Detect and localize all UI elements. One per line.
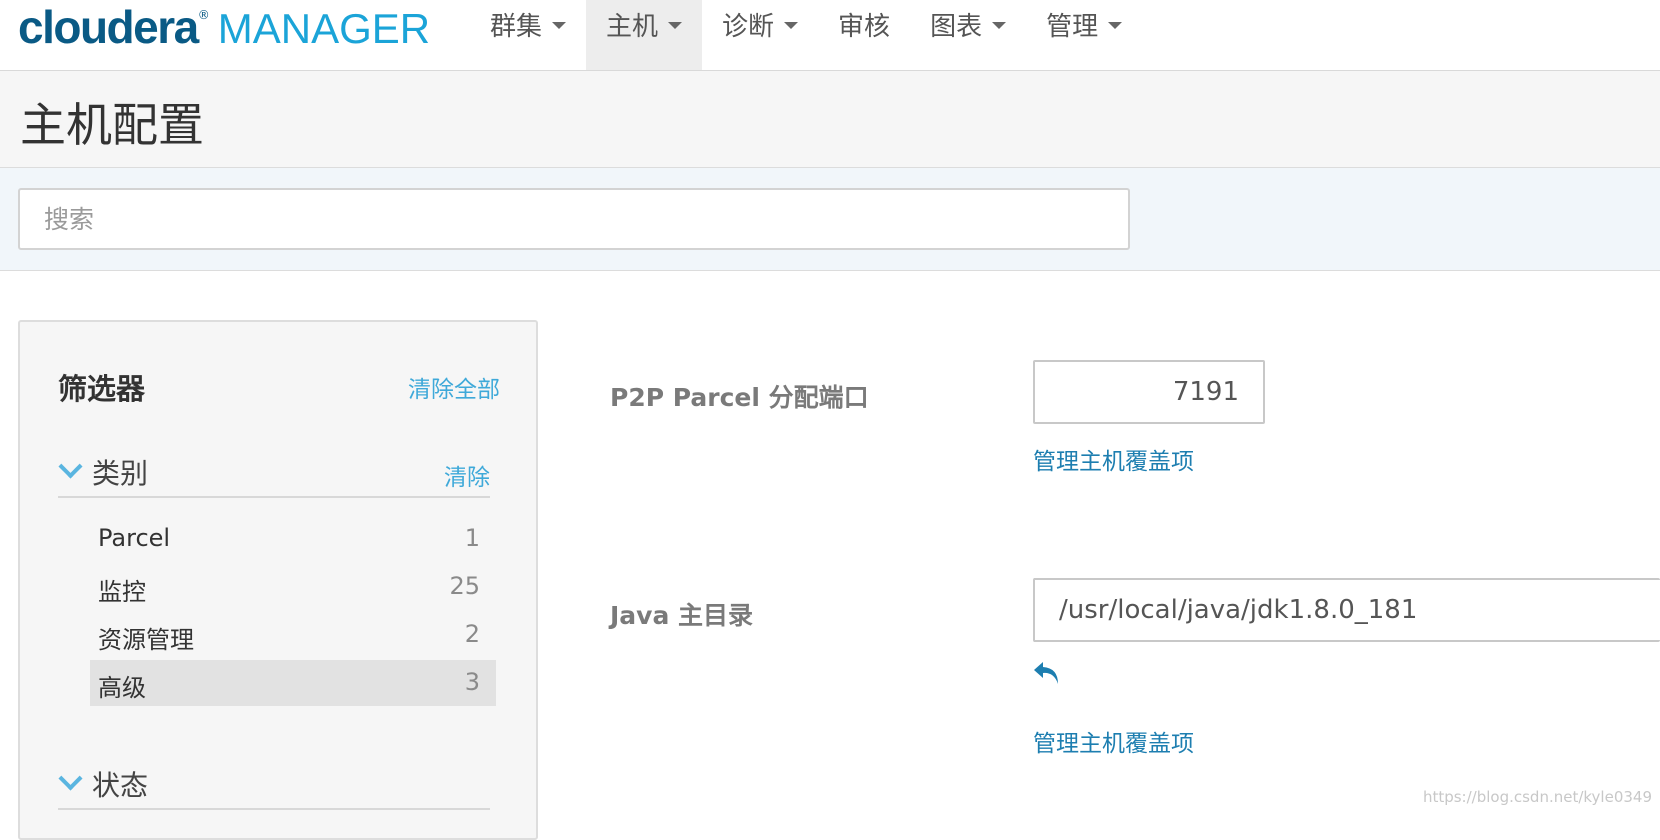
nav-label: 主机	[606, 12, 659, 42]
manage-host-overrides-link[interactable]: 管理主机覆盖项	[1033, 442, 1194, 476]
nav-hosts[interactable]: 主机	[586, 0, 703, 70]
nav-label: 管理	[1046, 12, 1099, 42]
status-label: 状态	[92, 769, 149, 802]
nav-label: 诊断	[722, 12, 775, 42]
caret-down-icon	[784, 22, 799, 29]
chevron-down-icon	[58, 766, 83, 791]
filter-item-count: 2	[464, 620, 480, 648]
main-menu: 群集 主机 诊断 审核 图表 管理	[470, 0, 1142, 70]
filter-item-parcel[interactable]: Parcel 1	[90, 516, 496, 562]
config-label-java-home: Java 主目录	[610, 601, 754, 630]
filter-item-advanced[interactable]: 高级 3	[90, 660, 496, 706]
nav-audits[interactable]: 审核	[818, 0, 910, 70]
page-header: 主机配置	[0, 71, 1660, 168]
filter-title: 筛选器	[58, 372, 146, 406]
filter-item-label: Parcel	[98, 524, 171, 552]
filter-item-resource-management[interactable]: 资源管理 2	[90, 612, 496, 658]
chevron-down-icon	[58, 454, 83, 479]
nav-charts[interactable]: 图表	[910, 0, 1026, 70]
nav-label: 审核	[838, 12, 891, 42]
nav-label: 群集	[490, 12, 543, 42]
undo-arrow-icon[interactable]	[1032, 660, 1062, 686]
category-label: 类别	[92, 457, 149, 490]
logo-product: MANAGER	[217, 5, 431, 52]
page-title: 主机配置	[20, 98, 204, 152]
java-home-input[interactable]	[1033, 578, 1660, 642]
status-section-header[interactable]: 状态	[58, 762, 490, 810]
filter-item-monitoring[interactable]: 监控 25	[90, 564, 496, 610]
filter-item-label: 监控	[98, 578, 146, 606]
manage-host-overrides-link[interactable]: 管理主机覆盖项	[1033, 724, 1194, 758]
config-label-p2p-port: P2P Parcel 分配端口	[610, 383, 869, 412]
nav-diagnostics[interactable]: 诊断	[702, 0, 818, 70]
logo-registered-mark: ®	[197, 8, 210, 22]
filter-item-count: 3	[464, 668, 480, 696]
search-input[interactable]	[18, 188, 1130, 250]
nav-label: 图表	[930, 12, 983, 42]
nav-administration[interactable]: 管理	[1026, 0, 1142, 70]
filter-panel: 筛选器 清除全部 类别 清除 Parcel 1 监控 25 资源管理 2 高级 …	[18, 320, 538, 840]
top-navbar: cloudera® MANAGER 群集 主机 诊断 审核 图表 管理	[0, 0, 1660, 71]
filter-item-label: 资源管理	[98, 626, 194, 654]
filter-item-count: 25	[449, 572, 480, 600]
category-clear-link[interactable]: 清除	[444, 458, 490, 492]
logo-brand: cloudera	[18, 1, 199, 53]
filter-item-label: 高级	[98, 674, 146, 702]
watermark: https://blog.csdn.net/kyle0349	[1422, 788, 1652, 806]
caret-down-icon	[992, 22, 1007, 29]
filter-item-count: 1	[464, 524, 480, 552]
category-section-header[interactable]: 类别 清除	[58, 450, 490, 498]
clear-all-link[interactable]: 清除全部	[408, 370, 500, 404]
nav-clusters[interactable]: 群集	[470, 0, 586, 70]
p2p-port-input[interactable]	[1033, 360, 1265, 424]
cloudera-manager-logo[interactable]: cloudera® MANAGER	[18, 0, 431, 53]
caret-down-icon	[668, 22, 683, 29]
caret-down-icon	[552, 22, 567, 29]
search-bar	[0, 168, 1660, 271]
caret-down-icon	[1108, 22, 1123, 29]
